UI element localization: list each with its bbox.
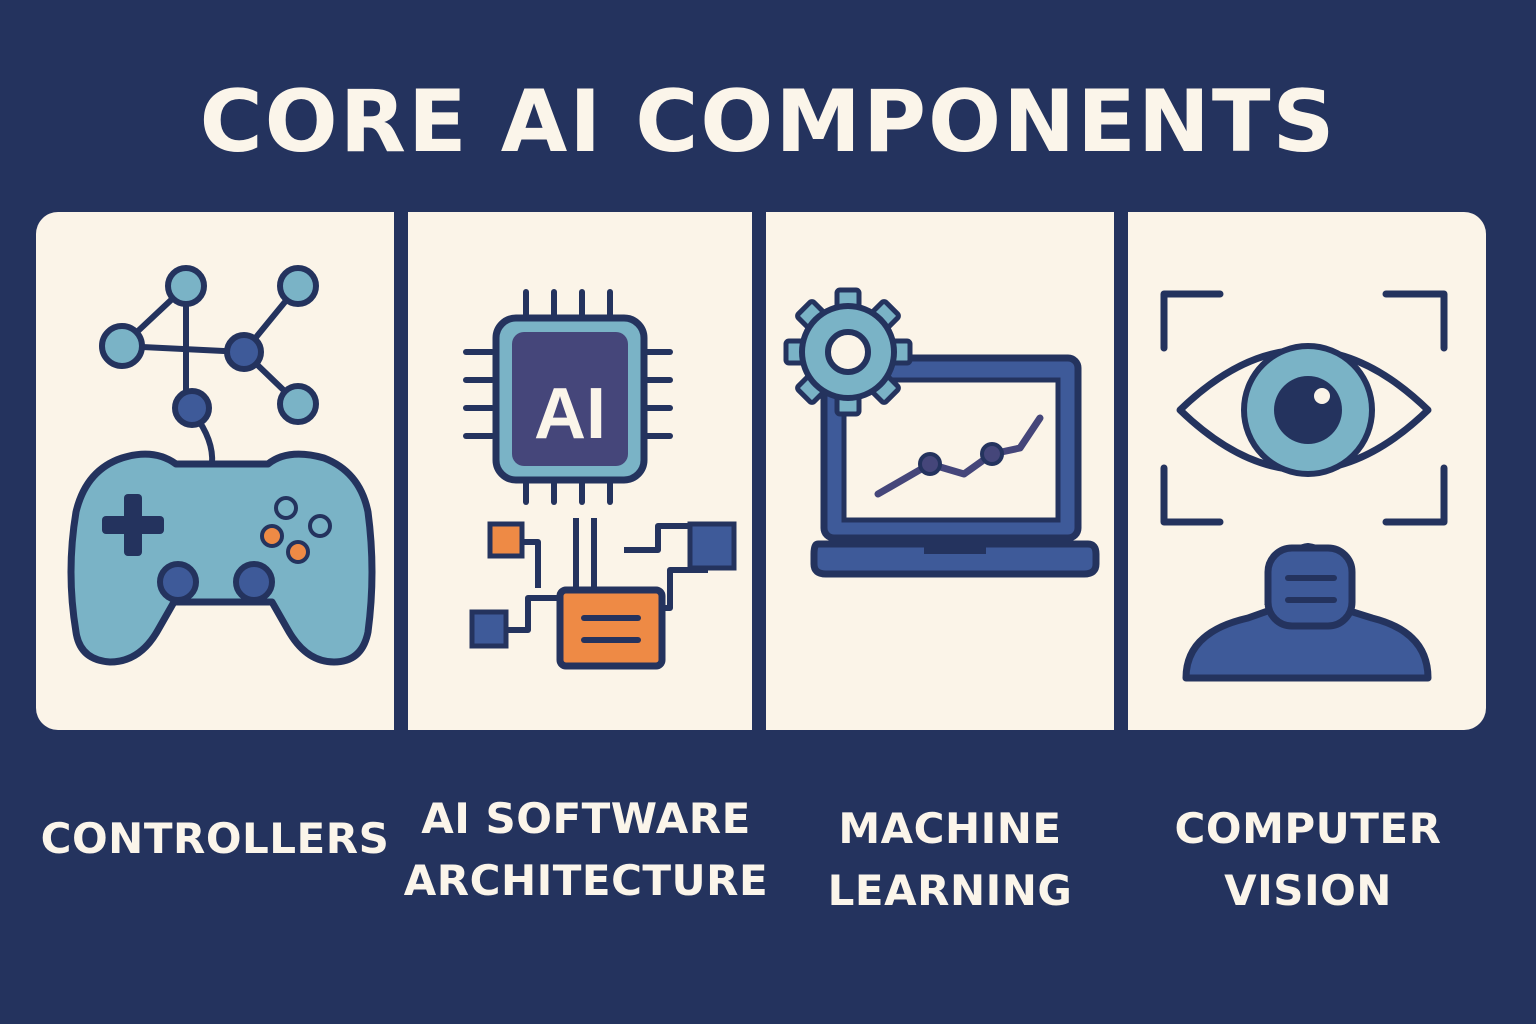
- ai-chip-icon: AI: [463, 289, 737, 670]
- caption-line: LEARNING: [827, 866, 1073, 915]
- panel-divider: [1114, 212, 1128, 730]
- gamepad-network-icon: [67, 265, 376, 666]
- caption-machine-learning: MACHINE LEARNING: [770, 798, 1130, 922]
- page-title: CORE AI COMPONENTS: [199, 72, 1337, 172]
- laptop-gear-chart-icon: [783, 287, 1100, 578]
- caption-controllers: CONTROLLERS: [36, 808, 394, 870]
- components-panel: AI: [36, 212, 1486, 730]
- caption-line: CONTROLLERS: [40, 814, 390, 863]
- caption-line: AI SOFTWARE: [421, 794, 751, 843]
- chip-label: AI: [534, 374, 606, 454]
- caption-line: MACHINE: [838, 804, 1062, 853]
- caption-ai-software-architecture: AI SOFTWARE ARCHITECTURE: [396, 788, 776, 912]
- eye-scan-person-icon: [1160, 290, 1448, 682]
- caption-line: COMPUTER: [1174, 804, 1442, 853]
- caption-line: VISION: [1224, 866, 1392, 915]
- panel-divider: [394, 212, 408, 730]
- caption-computer-vision: COMPUTER VISION: [1130, 798, 1486, 922]
- panel-divider: [752, 212, 766, 730]
- caption-line: ARCHITECTURE: [403, 856, 769, 905]
